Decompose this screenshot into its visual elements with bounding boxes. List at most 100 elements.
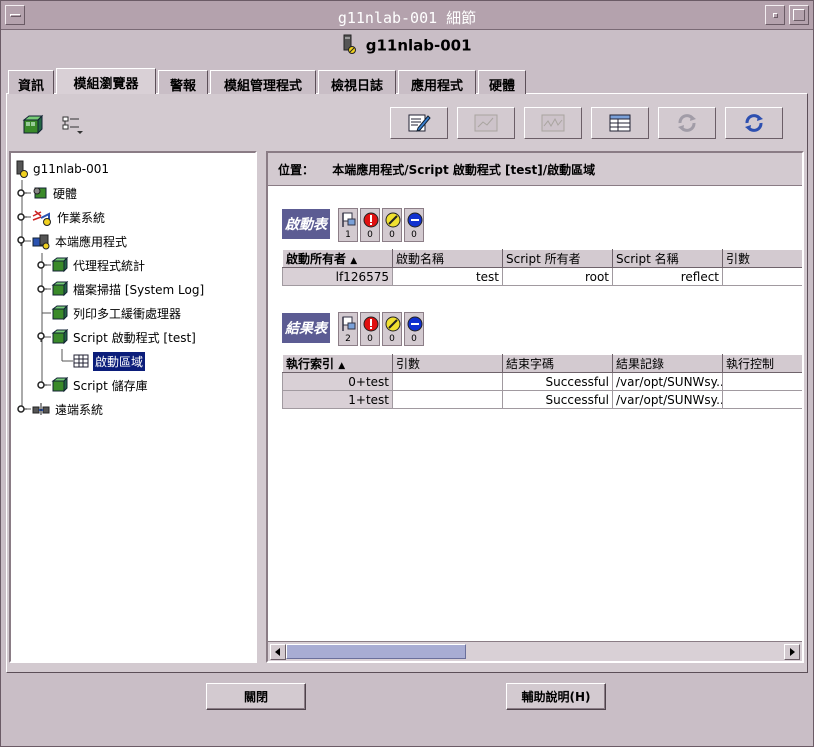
table-row[interactable]: 1+test Successful /var/opt/SUNWsy... N [282, 390, 802, 409]
chart-icon [474, 114, 498, 132]
table-row[interactable]: 0+test Successful /var/opt/SUNWsy... N [282, 372, 802, 391]
table-cell[interactable]: reflect [612, 267, 723, 286]
module-icon [51, 377, 69, 393]
table-cell[interactable]: 1+test [282, 390, 393, 409]
table-cell[interactable] [392, 390, 503, 409]
collapse-knob-icon [37, 332, 45, 342]
expand-knob-icon [37, 381, 47, 389]
result-alert-badge[interactable]: 0 [382, 312, 402, 346]
tab-alarms[interactable]: 警報 [158, 70, 208, 94]
tree-options-button[interactable] [58, 112, 88, 138]
os-icon [31, 208, 53, 226]
sync-button[interactable] [725, 107, 783, 139]
result-col-exit-code[interactable]: 結束字碼 [502, 354, 613, 373]
launch-flag-badge[interactable]: 1 [338, 208, 358, 242]
module-icon [51, 257, 69, 273]
result-col-args[interactable]: 引數 [392, 354, 503, 373]
module-tree[interactable]: g11nlab-001 硬體 作業系統 本端應用程式 代理程式統計 檔案掃描 [… [9, 151, 257, 663]
critical-icon [363, 212, 379, 228]
location-bar: 位置： 本端應用程式/Script 啟動程式 [test]/啟動區域 [268, 153, 802, 186]
result-table-label: 結果表 [282, 313, 330, 343]
badge-count: 0 [367, 334, 373, 344]
result-info-badge[interactable]: 0 [404, 312, 424, 346]
table-cell[interactable] [392, 372, 503, 391]
scrollbar-thumb[interactable] [286, 644, 466, 659]
tree-item-script-repository[interactable]: Script 儲存庫 [37, 375, 148, 395]
table-cell[interactable]: test [392, 267, 503, 286]
tree-item-os[interactable]: 作業系統 [17, 207, 105, 227]
title-bar[interactable]: g11nlab-001 細節 [1, 1, 813, 30]
table-cell[interactable]: Successful [502, 390, 613, 409]
table-cell[interactable]: root [502, 267, 613, 286]
tree-item-label: 代理程式統計 [73, 258, 146, 273]
table-view-button[interactable] [591, 107, 649, 139]
graph-icon [541, 114, 565, 132]
result-col-run-index[interactable]: 執行索引 ▲ [282, 354, 393, 373]
tab-module-manager[interactable]: 模組管理程式 [210, 70, 316, 94]
tree-item-hardware[interactable]: 硬體 [17, 183, 77, 203]
launch-col-script-name[interactable]: Script 名稱 [612, 249, 723, 268]
tab-view-log[interactable]: 檢視日誌 [318, 70, 396, 94]
help-button[interactable]: 輔助說明(H) [506, 683, 606, 710]
tree-item-remote-systems[interactable]: 遠端系統 [17, 399, 103, 419]
tree-item-print-spooler[interactable]: 列印多工緩衝處理器 [51, 303, 181, 323]
launch-alert-badge[interactable]: 0 [382, 208, 402, 242]
module-view-button[interactable] [18, 112, 48, 138]
launch-critical-badge[interactable]: 0 [360, 208, 380, 242]
table-row[interactable]: lf126575 test root reflect [282, 267, 802, 286]
table-cell[interactable]: N [722, 390, 802, 409]
tree-root[interactable]: g11nlab-001 [15, 159, 109, 179]
tab-hardware[interactable]: 硬體 [478, 70, 526, 94]
chart-button[interactable] [457, 107, 515, 139]
tree-item-agent-stats[interactable]: 代理程式統計 [37, 255, 145, 275]
launch-col-name[interactable]: 啟動名稱 [392, 249, 503, 268]
tree-item-script-launcher[interactable]: Script 啟動程式 [test] [37, 327, 196, 347]
refresh-button[interactable] [658, 107, 716, 139]
table-cell[interactable]: /var/opt/SUNWsy... [612, 372, 723, 391]
launch-info-badge[interactable]: 0 [404, 208, 424, 242]
table-cell[interactable]: 0+test [282, 372, 393, 391]
edit-icon [408, 114, 431, 132]
result-table[interactable]: 執行索引 ▲ 引數 結束字碼 結果記錄 執行控制 0+test Successf… [282, 354, 802, 409]
launch-table[interactable]: 啟動所有者 ▲ 啟動名稱 Script 所有者 Script 名稱 引數 lf1… [282, 249, 802, 286]
tree-item-label: 本端應用程式 [55, 234, 128, 249]
result-critical-badge[interactable]: 0 [360, 312, 380, 346]
host-header: g11nlab-001 [6, 30, 808, 60]
arrow-left-icon [275, 648, 280, 656]
result-flag-badge[interactable]: 2 [338, 312, 358, 346]
tab-module-browser[interactable]: 模組瀏覽器 [56, 68, 156, 94]
scroll-left-button[interactable] [270, 644, 286, 660]
close-button[interactable]: 關閉 [206, 683, 306, 710]
table-cell[interactable]: /var/opt/SUNWsy... [612, 390, 723, 409]
info-icon [407, 316, 423, 332]
tree-item-local-apps[interactable]: 本端應用程式 [17, 231, 127, 251]
result-col-exec-control[interactable]: 執行控制 [722, 354, 802, 373]
result-col-result-log[interactable]: 結果記錄 [612, 354, 723, 373]
tree-item-label: 作業系統 [57, 210, 106, 225]
tree-item-label: 遠端系統 [55, 402, 104, 417]
tab-info[interactable]: 資訊 [8, 70, 54, 94]
location-path: 本端應用程式/Script 啟動程式 [test]/啟動區域 [332, 163, 596, 177]
minimize-button[interactable] [765, 5, 785, 25]
table-cell[interactable]: N [722, 372, 802, 391]
expand-knob-icon [37, 261, 47, 269]
launch-col-script-owner[interactable]: Script 所有者 [502, 249, 613, 268]
collapse-knob-icon [17, 236, 25, 246]
table-cell[interactable]: lf126575 [282, 267, 393, 286]
expand-knob-icon [37, 285, 47, 293]
scroll-right-button[interactable] [784, 644, 800, 660]
tree-options-icon [62, 116, 83, 134]
launch-col-owner[interactable]: 啟動所有者 ▲ [282, 249, 393, 268]
tree-item-file-scan[interactable]: 檔案掃描 [System Log] [37, 279, 204, 299]
horizontal-scrollbar[interactable] [268, 641, 802, 661]
graph-button[interactable] [524, 107, 582, 139]
maximize-button[interactable] [789, 5, 809, 25]
tab-applications[interactable]: 應用程式 [398, 70, 476, 94]
table-cell[interactable] [722, 267, 802, 286]
tree-item-label: Script 啟動程式 [test] [73, 330, 196, 345]
sync-icon [745, 114, 763, 132]
tree-item-launch-area[interactable]: 啟動區域 [73, 351, 146, 371]
edit-button[interactable] [390, 107, 448, 139]
table-cell[interactable]: Successful [502, 372, 613, 391]
launch-col-args[interactable]: 引數 [722, 249, 802, 268]
